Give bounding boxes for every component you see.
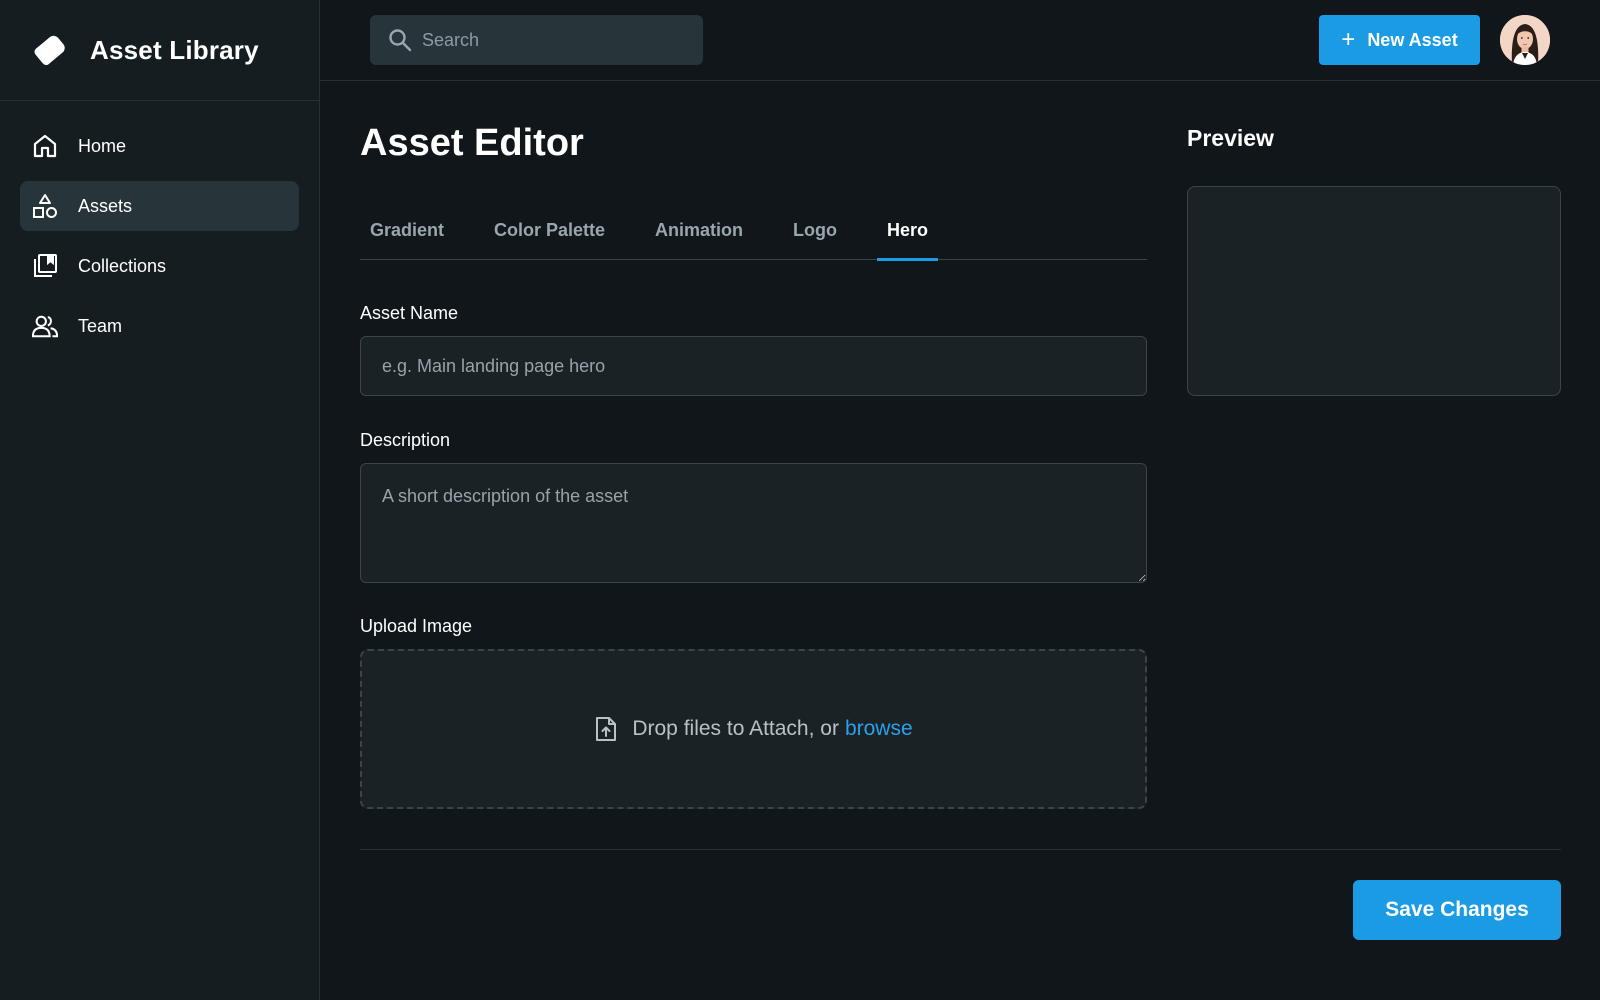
sidebar-item-collections[interactable]: Collections [20,241,299,291]
description-textarea[interactable] [360,463,1147,583]
sidebar-item-label: Assets [78,195,133,216]
sidebar-item-assets[interactable]: Assets [20,181,299,231]
sidebar-item-home[interactable]: Home [20,121,299,171]
description-label: Description [360,430,451,450]
sidebar-item-label: Home [78,135,127,156]
sidebar-item-label: Team [78,315,123,336]
search-input[interactable] [422,29,682,51]
collections-icon [32,253,58,279]
browse-link[interactable]: browse [845,717,913,741]
new-asset-label: New Asset [1367,29,1458,50]
preview-panel [1187,186,1561,396]
sidebar-item-team[interactable]: Team [20,301,299,351]
search-icon [388,28,412,52]
file-upload-icon [594,716,618,742]
tab-animation[interactable]: Animation [655,210,743,260]
app-title: Asset Library [90,34,259,65]
sidebar-nav: Home Assets Collections Team [0,101,319,351]
plus-icon: + [1341,26,1356,53]
topbar: + New Asset [320,0,1600,81]
new-asset-button[interactable]: + New Asset [1319,15,1480,65]
shapes-icon [32,193,58,219]
search-box[interactable] [370,15,703,65]
asset-name-label: Asset Name [360,303,459,323]
preview-title: Preview [1187,125,1274,151]
asset-type-tabs: Gradient Color Palette Animation Logo He… [360,210,1147,261]
footer-divider [360,849,1561,850]
sidebar-item-label: Collections [78,255,167,276]
asset-name-input[interactable] [360,336,1147,396]
upload-dropzone[interactable]: Drop files to Attach, or browse [360,649,1147,809]
tab-hero[interactable]: Hero [877,210,939,261]
avatar[interactable] [1500,15,1550,65]
upload-image-label: Upload Image [360,616,473,636]
brand: Asset Library [0,0,319,101]
tab-gradient[interactable]: Gradient [370,210,444,260]
save-changes-button[interactable]: Save Changes [1353,880,1561,940]
tab-color-palette[interactable]: Color Palette [494,210,605,260]
tab-logo[interactable]: Logo [793,210,837,260]
app-logo-icon [30,30,70,70]
upload-text: Drop files to Attach, or [632,717,839,740]
team-icon [32,313,58,339]
sidebar: Asset Library Home Assets Collections Te… [0,0,320,1000]
page-title: Asset Editor [360,122,584,164]
home-icon [32,133,58,159]
